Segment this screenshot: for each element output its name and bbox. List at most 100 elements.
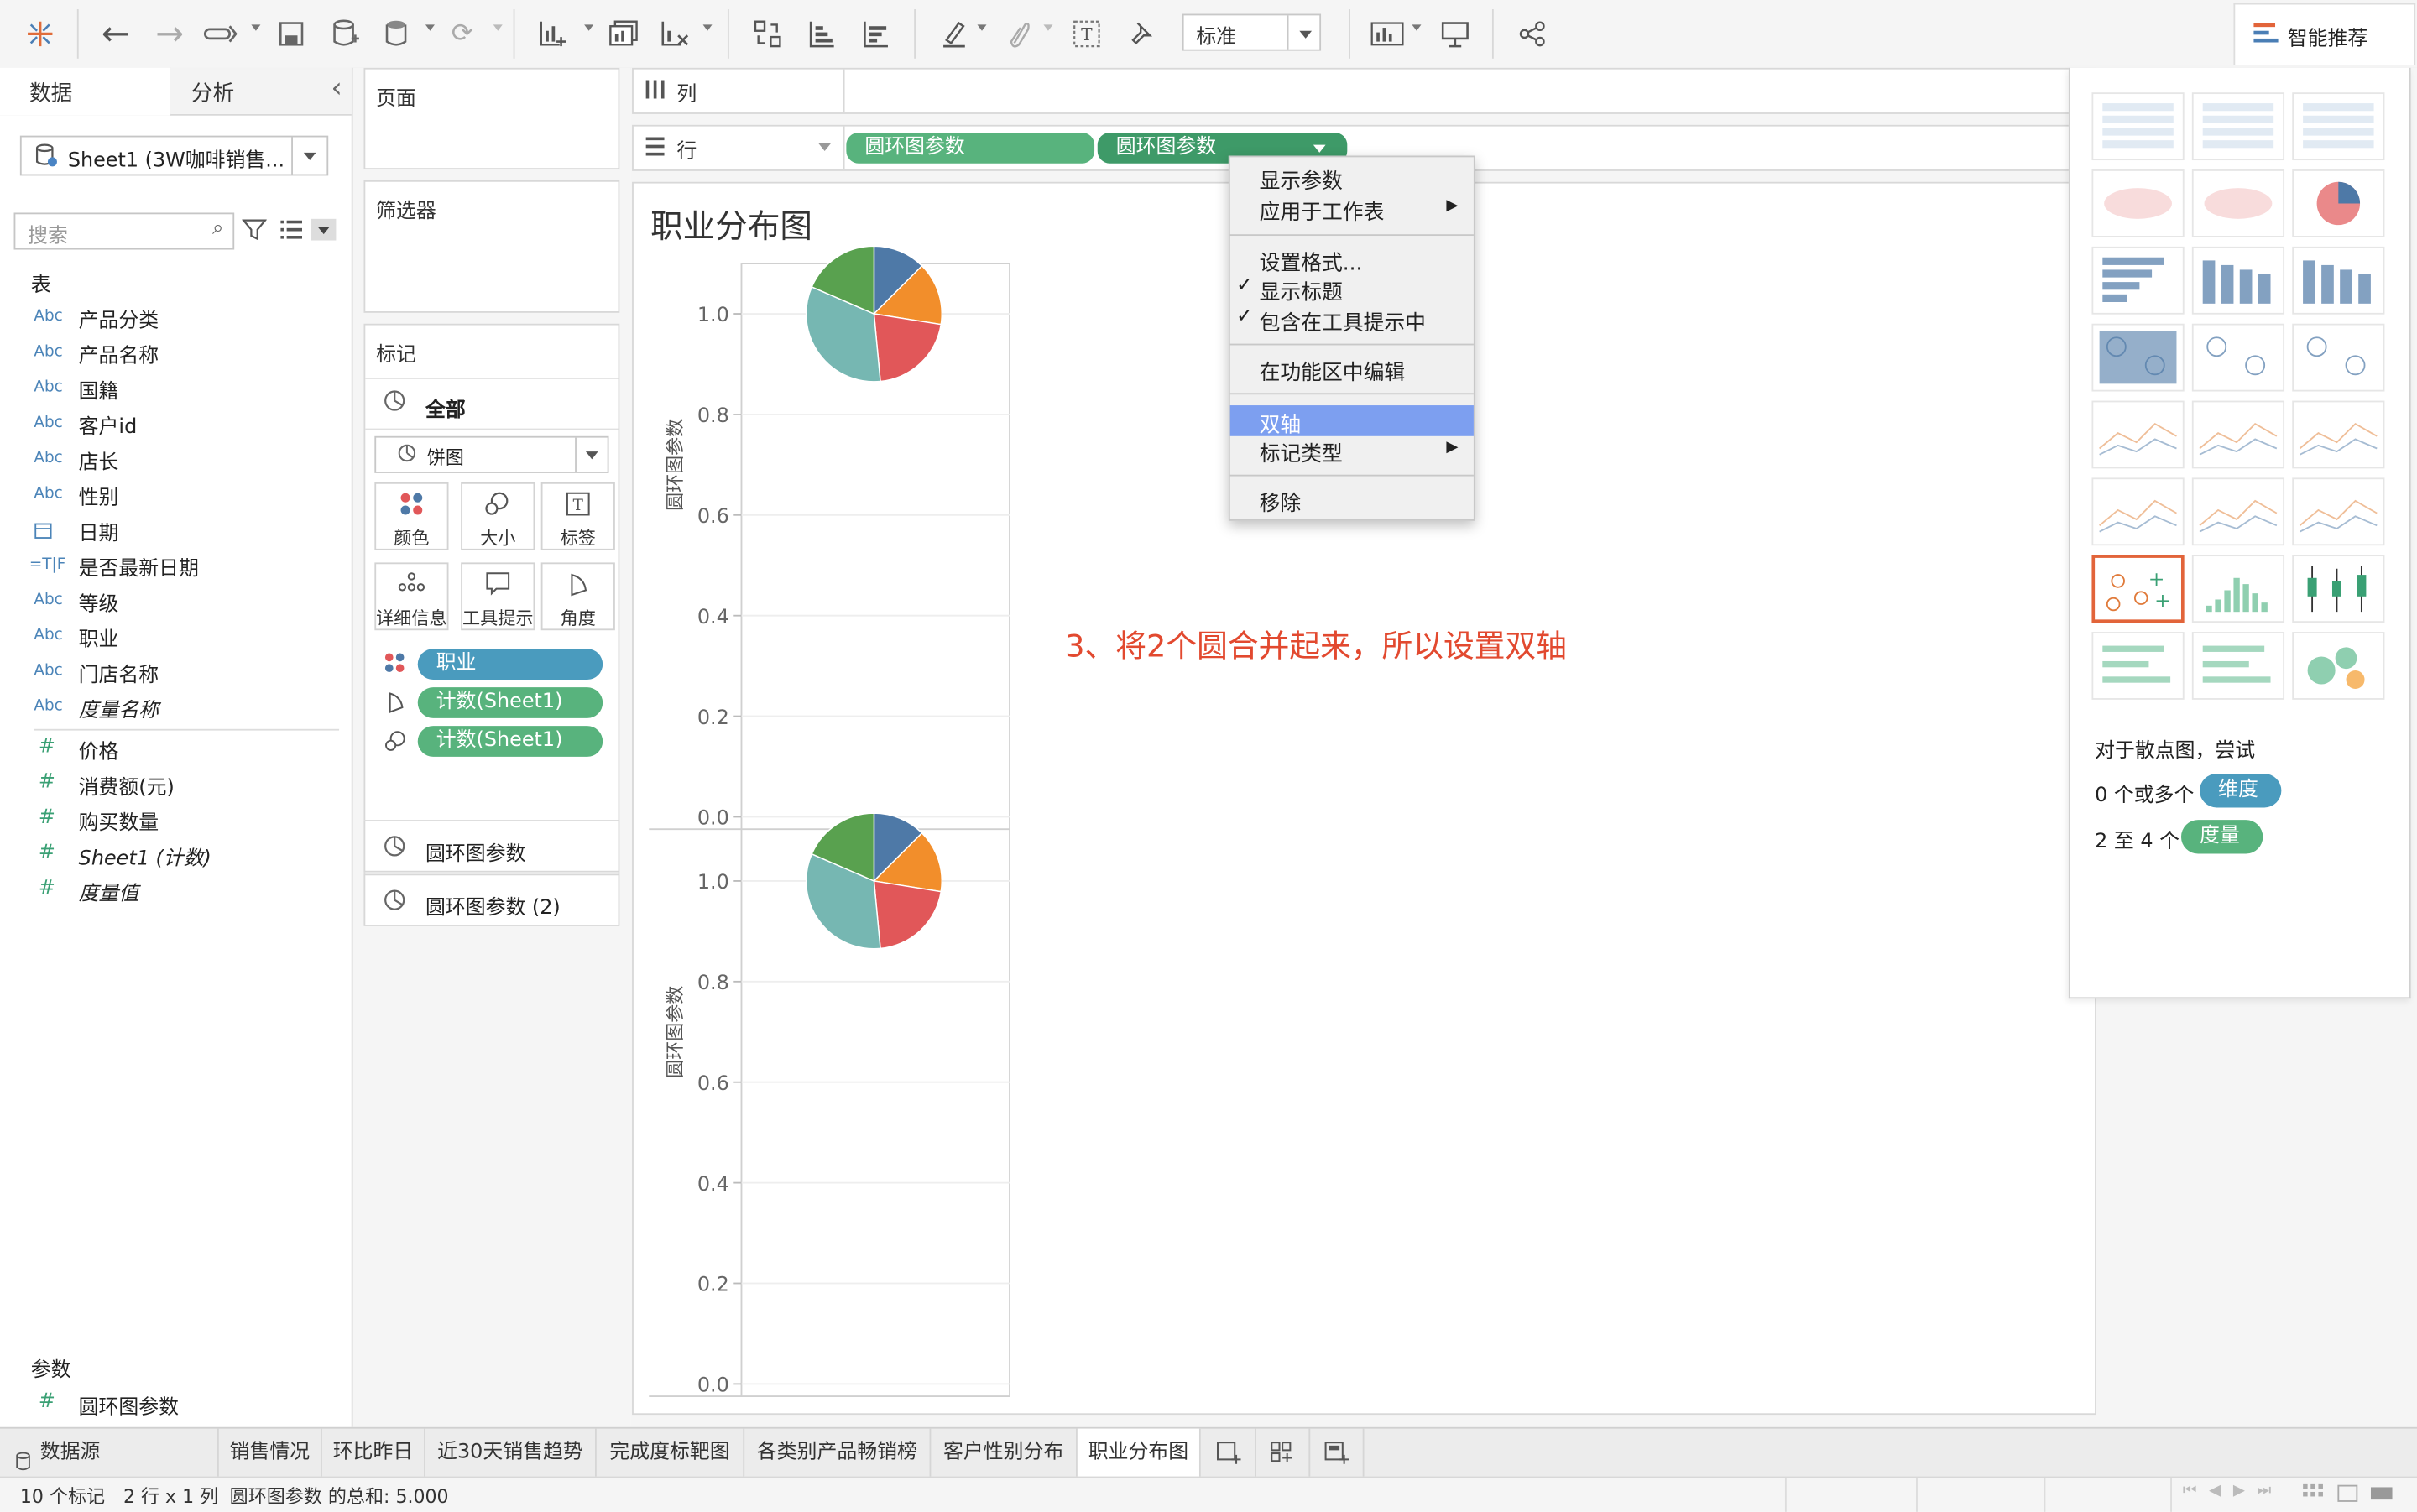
filmstrip-icon[interactable] (2336, 1484, 2358, 1508)
undo-redo-icon[interactable] (202, 15, 239, 52)
tab-dod[interactable]: 环比昨日 (322, 1428, 425, 1478)
chart-type-thumbnail[interactable] (2191, 92, 2285, 161)
menu-apply-to-worksheets[interactable]: 应用于工作表 ▶ (1230, 193, 1474, 225)
chart-type-thumbnail[interactable] (2091, 555, 2185, 623)
fit-select[interactable]: 标准 (1182, 13, 1322, 51)
tab-bullet[interactable]: 完成度标靶图 (597, 1428, 745, 1478)
sheet-sorter-icon[interactable] (2303, 1483, 2325, 1508)
measure-field[interactable]: # Sheet1 (计数) (0, 838, 352, 873)
mark-type-select[interactable]: 饼图 (374, 435, 609, 473)
marks-layer-2[interactable]: 圆环图参数 (2) (363, 873, 620, 926)
measure-field[interactable]: # 价格 (0, 732, 352, 767)
chart-type-thumbnail[interactable] (2292, 246, 2385, 315)
label-button[interactable]: T 标签 (540, 482, 615, 550)
tab-30day-trend[interactable]: 近30天销售趋势 (425, 1428, 597, 1478)
color-button[interactable]: 颜色 (374, 482, 449, 550)
tab-data[interactable]: 数据 (0, 67, 171, 116)
dimension-field[interactable]: Abc 性别 (0, 477, 352, 513)
dimension-field[interactable]: Abc 职业 (0, 619, 352, 654)
sort-descending-icon[interactable] (857, 15, 894, 52)
pie-slice[interactable] (873, 880, 942, 950)
measure-field[interactable]: # 消费额(元) (0, 768, 352, 803)
tabs-view-icon[interactable] (2370, 1484, 2393, 1508)
dimension-field[interactable]: Abc 国籍 (0, 372, 352, 407)
chart-type-thumbnail[interactable] (2292, 323, 2385, 392)
dimension-field[interactable]: Abc 等级 (0, 584, 352, 619)
fit-dropdown-arrow[interactable] (1287, 15, 1320, 50)
new-worksheet-tab-icon[interactable] (1201, 1428, 1256, 1478)
dimension-field[interactable]: =T|F 是否最新日期 (0, 549, 352, 584)
chart-type-thumbnail[interactable] (2292, 555, 2385, 623)
collapse-pane-icon[interactable]: ‹ (331, 72, 342, 105)
chart-type-thumbnail[interactable] (2091, 323, 2185, 392)
menu-show-parameter[interactable]: 显示参数 (1230, 162, 1474, 194)
menu-dual-axis[interactable]: 双轴 (1229, 405, 1474, 438)
chart-type-thumbnail[interactable] (2191, 632, 2285, 700)
dimension-field[interactable]: 日期 (0, 514, 352, 549)
search-icon[interactable]: ⌕ (212, 217, 223, 241)
tab-occupation[interactable]: 职业分布图 (1077, 1428, 1201, 1478)
pie-slice[interactable] (873, 313, 942, 383)
y-axis-label[interactable]: 圆环图参数 (666, 419, 686, 511)
pin-axis-icon[interactable] (1122, 15, 1159, 52)
new-dashboard-tab-icon[interactable] (1256, 1428, 1311, 1478)
clear-sheet-icon[interactable] (656, 15, 693, 52)
chart-type-thumbnail[interactable] (2191, 477, 2285, 546)
chart-type-thumbnail[interactable] (2091, 400, 2185, 469)
measure-field[interactable]: # 度量值 (0, 873, 352, 909)
chart-type-thumbnail[interactable] (2091, 477, 2185, 546)
param-item[interactable]: # 圆环图参数 (0, 1387, 352, 1422)
view-options-dropdown[interactable] (311, 218, 337, 241)
tab-bestsellers[interactable]: 各类别产品畅销榜 (744, 1428, 932, 1478)
forward-icon[interactable]: → (151, 14, 188, 53)
mark-pill-count-size[interactable]: 计数(Sheet1) (417, 726, 603, 757)
rows-pill-1[interactable]: 圆环图参数 (846, 132, 1095, 164)
size-button[interactable]: 大小 (461, 482, 535, 550)
measure-field[interactable]: # 购买数量 (0, 803, 352, 838)
chart-type-thumbnail[interactable] (2292, 169, 2385, 237)
new-story-tab-icon[interactable] (1310, 1428, 1365, 1478)
tab-sales[interactable]: 销售情况 (219, 1428, 322, 1478)
marks-layer-1[interactable]: 圆环图参数 (363, 820, 620, 873)
sort-ascending-icon[interactable] (803, 15, 840, 52)
show-cards-icon[interactable] (1369, 15, 1406, 52)
marks-all-row[interactable]: 全部 (365, 378, 619, 430)
search-input[interactable]: 搜索 ⌕ (13, 212, 235, 250)
chart-type-thumbnail[interactable] (2091, 92, 2185, 161)
smart-recommend-button[interactable]: 智能推荐 (2233, 3, 2416, 65)
menu-include-in-tooltip[interactable]: ✓ 包含在工具提示中 (1230, 304, 1474, 336)
y-axis-label[interactable]: 圆环图参数 (666, 986, 686, 1078)
filters-card[interactable]: 筛选器 (363, 180, 620, 313)
share-icon[interactable] (1514, 15, 1551, 52)
swap-rows-columns-icon[interactable] (749, 15, 786, 52)
rows-dropdown-icon[interactable] (818, 143, 832, 152)
new-worksheet-icon[interactable] (535, 15, 572, 52)
chart-type-thumbnail[interactable] (2191, 555, 2285, 623)
group-members-icon[interactable] (1000, 15, 1037, 52)
menu-remove[interactable]: 移除 (1230, 484, 1474, 516)
tableau-logo-icon[interactable] (22, 15, 59, 52)
columns-shelf[interactable]: 列 (632, 67, 2096, 114)
chart-type-thumbnail[interactable] (2191, 169, 2285, 237)
menu-show-header[interactable]: ✓ 显示标题 (1230, 273, 1474, 305)
chart-type-thumbnail[interactable] (2091, 246, 2185, 315)
chart-type-thumbnail[interactable] (2292, 400, 2385, 469)
tooltip-button[interactable]: 工具提示 (461, 562, 535, 631)
chart-type-thumbnail[interactable] (2292, 632, 2385, 700)
dimension-field[interactable]: Abc 店长 (0, 442, 352, 477)
chart-type-thumbnail[interactable] (2191, 400, 2285, 469)
chart-type-thumbnail[interactable] (2292, 477, 2385, 546)
menu-format[interactable]: 设置格式... (1230, 243, 1474, 275)
highlight-icon[interactable] (936, 15, 973, 52)
presentation-mode-icon[interactable] (1437, 15, 1474, 52)
show-labels-icon[interactable]: T (1068, 15, 1105, 52)
datasource-icon[interactable] (378, 15, 415, 52)
filter-icon[interactable] (241, 217, 268, 248)
back-icon[interactable]: ← (97, 14, 134, 53)
duplicate-sheet-icon[interactable] (606, 15, 643, 52)
mark-pill-occupation[interactable]: 职业 (417, 649, 603, 680)
chart-type-thumbnail[interactable] (2091, 169, 2185, 237)
tab-analysis[interactable]: 分析 ‹ (170, 67, 352, 114)
dimension-field[interactable]: Abc 客户id (0, 407, 352, 442)
dimension-field[interactable]: Abc 度量名称 (0, 691, 352, 726)
